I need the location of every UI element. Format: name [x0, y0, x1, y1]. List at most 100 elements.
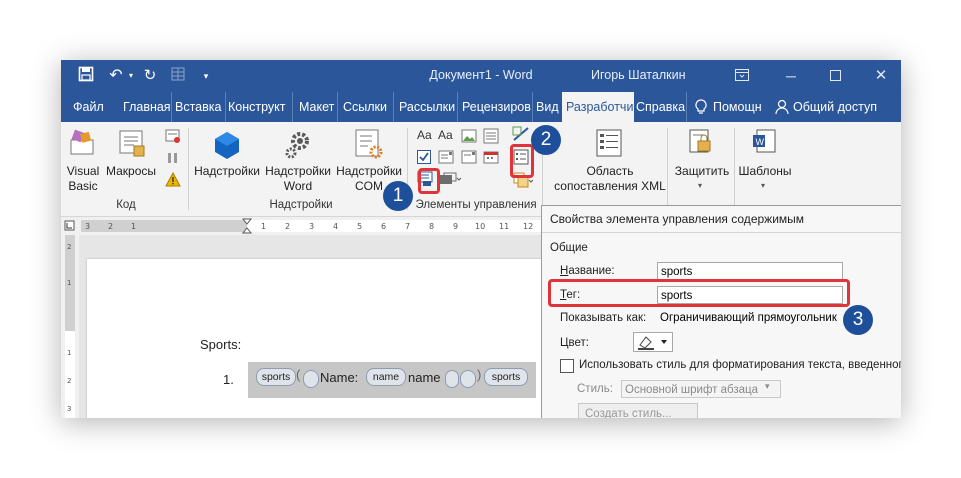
person-icon: [775, 92, 791, 122]
close-icon[interactable]: ✕: [871, 66, 891, 86]
svg-text:9: 9: [453, 222, 458, 231]
record-macro-icon[interactable]: [165, 128, 181, 144]
combo-box-control-icon[interactable]: [438, 149, 454, 165]
group-code-label: Код: [116, 199, 136, 211]
list-number: 1.: [223, 372, 234, 387]
design-mode-icon[interactable]: [512, 126, 529, 142]
title-bar: ↶ ▾ ↻ ▾ Документ1 - Word Игорь Шаталкин …: [61, 60, 901, 92]
color-picker-button[interactable]: [633, 332, 673, 352]
visual-basic-icon: [69, 128, 97, 156]
checkbox-control-icon[interactable]: [416, 149, 432, 165]
content-control-range[interactable]: sports ( Name: name name ) sports: [248, 362, 536, 398]
highlight-legacy-tools: [418, 168, 440, 194]
ribbon-panel: Visual Basic Макросы Код Надстройки Надс…: [61, 122, 901, 217]
picture-control-icon[interactable]: [461, 128, 477, 144]
word-addins-button[interactable]: Надстройки Word: [261, 164, 335, 194]
svg-text:3: 3: [85, 222, 90, 231]
group-separator: [188, 128, 189, 210]
minimize-icon[interactable]: ─: [781, 66, 801, 86]
word-window: ↶ ▾ ↻ ▾ Документ1 - Word Игорь Шаталкин …: [61, 60, 901, 418]
user-name[interactable]: Игорь Шаталкин: [591, 68, 685, 82]
section-general: Общие: [550, 242, 588, 254]
svg-text:11: 11: [499, 222, 509, 231]
tell-me-search[interactable]: Помощн: [713, 92, 773, 122]
style-dropdown-icon[interactable]: ▾: [765, 381, 770, 392]
tab-insert[interactable]: Вставка: [175, 92, 226, 122]
style-select[interactable]: Основной шрифт абзаца: [621, 380, 781, 398]
dropdown-list-control-icon[interactable]: [461, 149, 477, 165]
share-button[interactable]: Общий доступ: [793, 92, 893, 122]
repeating-section-icon[interactable]: [439, 172, 462, 188]
create-style-button[interactable]: Создать стиль...: [578, 403, 698, 418]
nested-end-mark[interactable]: [460, 370, 476, 388]
tab-review[interactable]: Рецензиров: [462, 92, 533, 122]
name-value[interactable]: name: [408, 370, 441, 385]
style-select-value: Основной шрифт абзаца: [625, 384, 759, 396]
word-addins-label-1: Надстройки: [265, 164, 331, 178]
name-end-mark[interactable]: [445, 370, 459, 388]
sports-end-tag[interactable]: sports: [484, 368, 528, 386]
xml-mapping-label-1: Область: [586, 164, 634, 178]
pause-recording-icon[interactable]: [165, 150, 181, 166]
tab-view[interactable]: Вид: [536, 92, 562, 122]
name-field[interactable]: sports: [657, 262, 843, 280]
tab-file[interactable]: Файл: [73, 92, 123, 122]
svg-text:W: W: [756, 137, 765, 147]
lightbulb-icon: [695, 92, 713, 122]
xml-mapping-pane-button[interactable]: Область сопоставления XML: [550, 164, 670, 194]
name-label: Название:: [560, 265, 615, 277]
name-label-rest: азвание:: [568, 265, 615, 277]
ribbon-display-icon[interactable]: [732, 66, 752, 86]
name-start-tag[interactable]: name: [366, 368, 406, 386]
tab-help[interactable]: Справка: [636, 92, 687, 122]
dialog-divider: [542, 232, 901, 233]
document-title: Документ1 - Word: [429, 68, 533, 82]
document-template-icon: W: [751, 128, 779, 158]
paren-mark: (: [296, 367, 301, 382]
svg-text:4: 4: [333, 222, 338, 231]
addins-button[interactable]: Надстройки: [191, 164, 263, 179]
protect-dropdown-icon[interactable]: ▾: [698, 181, 702, 190]
svg-text:1: 1: [67, 279, 71, 287]
svg-text:12: 12: [523, 222, 533, 231]
tab-mailings[interactable]: Рассылки: [399, 92, 458, 122]
plain-text-control-button[interactable]: Aa: [438, 128, 453, 142]
svg-text:10: 10: [475, 222, 485, 231]
show-as-label: Показывать как:: [560, 312, 647, 324]
document-page[interactable]: Sports: 1. sports ( Name: name name ) sp…: [87, 259, 547, 418]
svg-text:3: 3: [309, 222, 314, 231]
svg-text:2: 2: [67, 377, 71, 385]
tab-layout[interactable]: Макет: [299, 92, 338, 122]
svg-text:2: 2: [67, 243, 71, 251]
building-block-control-icon[interactable]: [483, 128, 499, 144]
vertical-ruler[interactable]: 2 1 1 2 3: [61, 235, 80, 418]
tab-references[interactable]: Ссылки: [343, 92, 394, 122]
use-style-checkbox[interactable]: [560, 359, 574, 373]
templates-dropdown-icon[interactable]: ▾: [761, 181, 765, 190]
date-picker-control-icon[interactable]: [483, 149, 499, 165]
visual-basic-button[interactable]: Visual Basic: [63, 164, 103, 194]
tab-developer[interactable]: Разработчи: [562, 92, 634, 122]
maximize-icon[interactable]: [825, 66, 845, 86]
macros-button[interactable]: Макросы: [103, 164, 159, 179]
word-addins-gear-icon: [283, 128, 313, 160]
color-label: Цвет:: [560, 337, 589, 349]
svg-text:6: 6: [381, 222, 386, 231]
svg-text:1: 1: [67, 349, 71, 357]
dialog-title: Свойства элемента управления содержимым: [550, 212, 805, 226]
highlight-tag-field: [548, 279, 850, 307]
macro-security-icon[interactable]: [165, 171, 181, 188]
tab-design[interactable]: Конструкт: [228, 92, 293, 122]
step-badge-2: 2: [531, 125, 561, 155]
nested-start-mark[interactable]: [303, 370, 319, 388]
xml-mapping-label-2: сопоставления XML: [554, 179, 666, 193]
svg-text:1: 1: [131, 222, 136, 231]
protect-button[interactable]: Защитить: [671, 164, 733, 179]
paren-mark-close: ): [477, 367, 482, 382]
sports-start-tag[interactable]: sports: [256, 368, 296, 386]
xml-mapping-pane-icon: [594, 128, 626, 160]
templates-button[interactable]: Шаблоны: [735, 164, 795, 179]
rich-text-control-button[interactable]: Aa: [417, 128, 432, 142]
name-text: Name:: [320, 370, 359, 385]
tab-home[interactable]: Главная: [123, 92, 172, 122]
